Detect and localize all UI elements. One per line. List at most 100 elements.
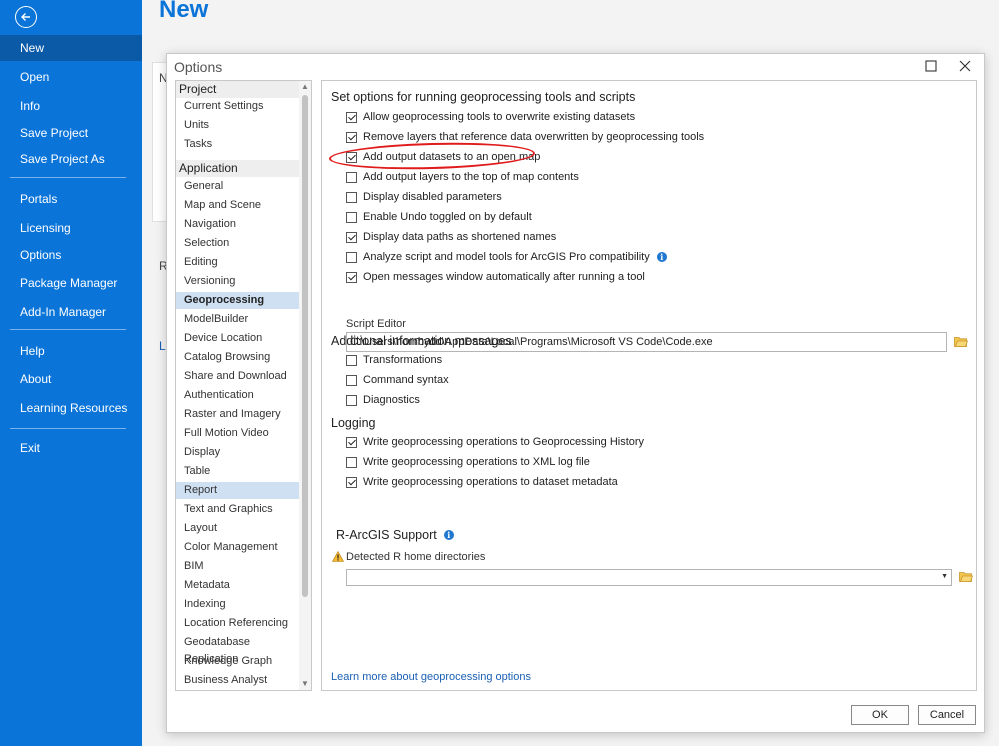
option-remove-layers-that-reference-data-overwritten-by-geoprocessing-tools[interactable]: Remove layers that reference data overwr… xyxy=(346,129,704,145)
option-write-geoprocessing-operations-to-xml-log-file[interactable]: Write geoprocessing operations to XML lo… xyxy=(346,454,590,470)
nav-item-save-project-as[interactable]: Save Project As xyxy=(0,146,142,172)
tree-item-authentication[interactable]: Authentication xyxy=(176,387,299,404)
tree-item-selection[interactable]: Selection xyxy=(176,235,299,252)
tree-item-report[interactable]: Report xyxy=(176,482,299,499)
tree-item-raster-and-imagery[interactable]: Raster and Imagery xyxy=(176,406,299,423)
ok-button[interactable]: OK xyxy=(851,705,909,725)
checkbox[interactable] xyxy=(346,231,357,243)
tree-item-units[interactable]: Units xyxy=(176,117,299,134)
checkbox[interactable] xyxy=(346,191,357,203)
nav-item-info[interactable]: Info xyxy=(0,93,142,119)
option-add-output-layers-to-the-top-of-map-contents[interactable]: Add output layers to the top of map cont… xyxy=(346,169,579,185)
option-label: Display disabled parameters xyxy=(363,191,502,203)
nav-item-add-in-manager[interactable]: Add-In Manager xyxy=(0,299,142,325)
tree-item-general[interactable]: General xyxy=(176,178,299,195)
option-display-data-paths-as-shortened-names[interactable]: Display data paths as shortened names xyxy=(346,229,556,245)
checkbox[interactable] xyxy=(346,436,357,448)
tree-item-navigation[interactable]: Navigation xyxy=(176,216,299,233)
option-display-disabled-parameters[interactable]: Display disabled parameters xyxy=(346,189,502,205)
tree-item-current-settings[interactable]: Current Settings xyxy=(176,98,299,115)
checkbox[interactable] xyxy=(346,271,357,283)
option-label: Open messages window automatically after… xyxy=(363,271,645,283)
tree-item-full-motion-video[interactable]: Full Motion Video xyxy=(176,425,299,442)
tree-item-share-and-download[interactable]: Share and Download xyxy=(176,368,299,385)
nav-item-open[interactable]: Open xyxy=(0,64,142,90)
tree-item-color-management[interactable]: Color Management xyxy=(176,539,299,556)
tree-item-metadata[interactable]: Metadata xyxy=(176,577,299,594)
tree-item-layout[interactable]: Layout xyxy=(176,520,299,537)
nav-divider xyxy=(10,428,126,429)
learn-more-link[interactable]: Learn more about geoprocessing options xyxy=(331,671,531,683)
tree-item-geodatabase-replication[interactable]: Geodatabase Replication xyxy=(176,634,299,665)
maximize-icon[interactable] xyxy=(925,60,937,72)
browse-folder-icon[interactable] xyxy=(954,336,968,347)
option-label: Command syntax xyxy=(363,374,449,386)
settings-panel: Set options for running geoprocessing to… xyxy=(321,80,977,691)
tree-item-device-location[interactable]: Device Location xyxy=(176,330,299,347)
checkbox[interactable] xyxy=(346,171,357,183)
close-icon[interactable] xyxy=(958,59,972,73)
scroll-down-icon[interactable]: ▼ xyxy=(301,679,309,688)
option-analyze-script-and-model-tools-for-arcgis-pro-compatibility[interactable]: Analyze script and model tools for ArcGI… xyxy=(346,249,667,265)
option-label: Allow geoprocessing tools to overwrite e… xyxy=(363,111,636,123)
tree-item-table[interactable]: Table xyxy=(176,463,299,480)
scroll-up-icon[interactable]: ▲ xyxy=(301,82,309,91)
info-icon[interactable]: i xyxy=(443,530,454,540)
nav-item-portals[interactable]: Portals xyxy=(0,186,142,212)
nav-item-learning-resources[interactable]: Learning Resources xyxy=(0,395,142,421)
checkbox[interactable] xyxy=(346,251,357,263)
nav-item-save-project[interactable]: Save Project xyxy=(0,120,142,146)
tree-item-display[interactable]: Display xyxy=(176,444,299,461)
nav-item-options[interactable]: Options xyxy=(0,242,142,268)
r-home-dropdown[interactable]: ▼ xyxy=(346,569,952,586)
checkbox[interactable] xyxy=(346,111,357,123)
checkbox[interactable] xyxy=(346,151,357,163)
dropdown-arrow-icon[interactable]: ▼ xyxy=(941,573,948,580)
option-open-messages-window-automatically-after-running-a-tool[interactable]: Open messages window automatically after… xyxy=(346,269,645,285)
option-enable-undo-toggled-on-by-default[interactable]: Enable Undo toggled on by default xyxy=(346,209,532,225)
checkbox[interactable] xyxy=(346,476,357,488)
detected-r-home-label: Detected R home directories xyxy=(346,551,486,563)
tree-item-catalog-browsing[interactable]: Catalog Browsing xyxy=(176,349,299,366)
tree-item-location-referencing[interactable]: Location Referencing xyxy=(176,615,299,632)
tree-item-versioning[interactable]: Versioning xyxy=(176,273,299,290)
option-allow-geoprocessing-tools-to-overwrite-existing-datasets[interactable]: Allow geoprocessing tools to overwrite e… xyxy=(346,109,635,125)
option-command-syntax[interactable]: Command syntax xyxy=(346,372,449,388)
checkbox[interactable] xyxy=(346,394,357,406)
nav-item-new[interactable]: New xyxy=(0,35,142,61)
tree-item-bim[interactable]: BIM xyxy=(176,558,299,575)
tree-item-indexing[interactable]: Indexing xyxy=(176,596,299,613)
checkbox[interactable] xyxy=(346,354,357,366)
tree-item-text-and-graphics[interactable]: Text and Graphics xyxy=(176,501,299,518)
nav-item-licensing[interactable]: Licensing xyxy=(0,215,142,241)
checkbox[interactable] xyxy=(346,131,357,143)
tree-group-application[interactable]: Application xyxy=(176,160,299,177)
backstage-sidebar: New Open Info Save Project Save Project … xyxy=(0,0,142,746)
back-button[interactable] xyxy=(15,6,37,28)
nav-item-help[interactable]: Help xyxy=(0,338,142,364)
tree-item-tasks[interactable]: Tasks xyxy=(176,136,299,153)
checkbox[interactable] xyxy=(346,374,357,386)
option-write-geoprocessing-operations-to-dataset-metadata[interactable]: Write geoprocessing operations to datase… xyxy=(346,474,618,490)
tree-group-project[interactable]: Project xyxy=(176,81,299,98)
checkbox[interactable] xyxy=(346,456,357,468)
browse-folder-icon[interactable] xyxy=(959,571,973,582)
tree-item-map-and-scene[interactable]: Map and Scene xyxy=(176,197,299,214)
option-transformations[interactable]: Transformations xyxy=(346,352,442,368)
checkbox[interactable] xyxy=(346,211,357,223)
nav-item-exit[interactable]: Exit xyxy=(0,435,142,461)
tree-item-geoprocessing[interactable]: Geoprocessing xyxy=(176,292,299,309)
nav-item-about[interactable]: About xyxy=(0,366,142,392)
tree-item-modelbuilder[interactable]: ModelBuilder xyxy=(176,311,299,328)
tree-item-business-analyst[interactable]: Business Analyst xyxy=(176,672,299,689)
info-icon[interactable]: i xyxy=(656,252,667,262)
option-write-geoprocessing-operations-to-geoprocessing-history[interactable]: Write geoprocessing operations to Geopro… xyxy=(346,434,644,450)
scroll-thumb[interactable] xyxy=(302,95,308,597)
nav-item-package-manager[interactable]: Package Manager xyxy=(0,270,142,296)
cancel-button[interactable]: Cancel xyxy=(918,705,976,725)
tree-scrollbar[interactable]: ▲ ▼ xyxy=(299,81,311,690)
option-add-output-datasets-to-an-open-map[interactable]: Add output datasets to an open map xyxy=(346,149,540,165)
option-diagnostics[interactable]: Diagnostics xyxy=(346,392,420,408)
tree-item-knowledge-graph[interactable]: Knowledge Graph xyxy=(176,653,299,670)
tree-item-editing[interactable]: Editing xyxy=(176,254,299,271)
